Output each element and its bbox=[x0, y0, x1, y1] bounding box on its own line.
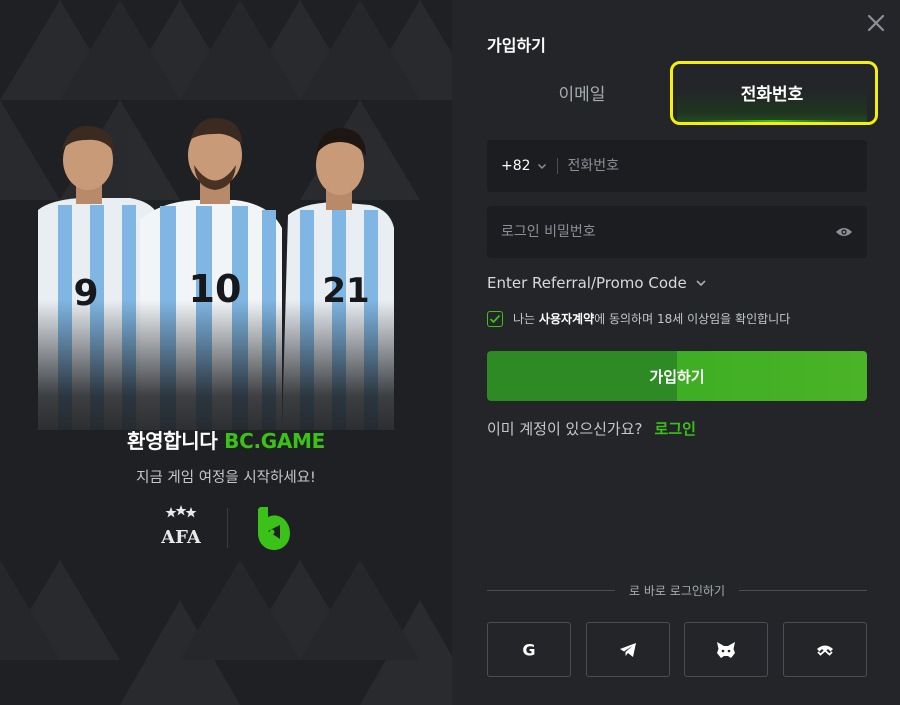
metamask-login-button[interactable] bbox=[684, 622, 769, 677]
terms-prefix: 나는 bbox=[513, 312, 539, 326]
divider-line bbox=[738, 590, 868, 591]
quick-login-divider: 로 바로 로그인하기 bbox=[487, 582, 868, 599]
terms-agreement: 나는 사용자계약에 동의하며 18세 이상임을 확인합니다 bbox=[487, 310, 790, 327]
telegram-icon bbox=[619, 642, 636, 657]
afa-logo-text: AFA bbox=[161, 527, 201, 548]
form-title: 가입하기 bbox=[487, 36, 546, 55]
promo-code-label: Enter Referral/Promo Code bbox=[487, 274, 687, 292]
have-account-text: 이미 계정이 있으신가요? bbox=[487, 420, 643, 438]
password-input[interactable] bbox=[487, 206, 833, 258]
logo-divider bbox=[226, 508, 228, 548]
country-code-value: +82 bbox=[501, 158, 531, 174]
signup-form-panel: 가입하기 이메일 전화번호 +82 전화번호 Enter Referral/Pr… bbox=[452, 0, 900, 705]
eye-icon[interactable] bbox=[833, 221, 855, 243]
signup-button[interactable]: 가입하기 bbox=[487, 351, 867, 401]
login-prompt: 이미 계정이 있으신가요? 로그인 bbox=[487, 418, 696, 439]
password-field bbox=[487, 206, 867, 258]
tab-email[interactable]: 이메일 bbox=[487, 62, 677, 122]
login-link[interactable]: 로그인 bbox=[655, 418, 696, 439]
close-icon[interactable] bbox=[866, 13, 886, 33]
signup-method-tabs: 이메일 전화번호 bbox=[487, 62, 867, 122]
tab-phone[interactable]: 전화번호 bbox=[677, 62, 867, 122]
google-glyph: G bbox=[522, 641, 535, 659]
walletconnect-login-button[interactable] bbox=[782, 622, 867, 677]
social-login-buttons: G bbox=[487, 622, 867, 677]
partner-logos: AFA bbox=[0, 503, 452, 553]
bcgame-logo bbox=[257, 507, 290, 550]
brand-name: BC.GAME bbox=[224, 429, 326, 453]
promo-panel: 9 10 21 환영합니다 BC.GAME 지금 게임 여정을 시작하세요! A… bbox=[0, 0, 452, 705]
terms-checkbox[interactable] bbox=[487, 310, 503, 327]
signup-modal: 9 10 21 환영합니다 BC.GAME 지금 게임 여정을 시작하세요! A… bbox=[0, 0, 900, 705]
terms-link[interactable]: 사용자계약 bbox=[539, 312, 594, 326]
welcome-heading: 환영합니다 BC.GAME bbox=[0, 425, 452, 454]
terms-text: 나는 사용자계약에 동의하며 18세 이상임을 확인합니다 bbox=[513, 310, 790, 327]
google-login-button[interactable]: G bbox=[487, 622, 571, 677]
quick-login-text: 로 바로 로그인하기 bbox=[629, 584, 725, 598]
welcome-text: 환영합니다 bbox=[126, 429, 218, 453]
chevron-down-icon bbox=[696, 280, 706, 287]
divider-line bbox=[487, 590, 616, 591]
google-icon: G bbox=[522, 641, 535, 659]
country-code-select[interactable]: +82 bbox=[487, 140, 547, 192]
chevron-down-icon bbox=[537, 163, 546, 170]
checkmark-icon bbox=[489, 314, 501, 323]
telegram-login-button[interactable] bbox=[585, 622, 670, 677]
afa-logo: AFA bbox=[161, 505, 201, 548]
phone-input[interactable] bbox=[567, 140, 867, 192]
walletconnect-icon bbox=[816, 645, 833, 656]
phone-field: +82 bbox=[487, 140, 867, 192]
terms-suffix: 에 동의하며 18세 이상임을 확인합니다 bbox=[594, 312, 791, 326]
field-separator bbox=[556, 158, 558, 174]
welcome-subtitle: 지금 게임 여정을 시작하세요! bbox=[136, 470, 316, 486]
metamask-icon bbox=[717, 641, 736, 658]
promo-code-toggle[interactable]: Enter Referral/Promo Code bbox=[487, 274, 707, 292]
